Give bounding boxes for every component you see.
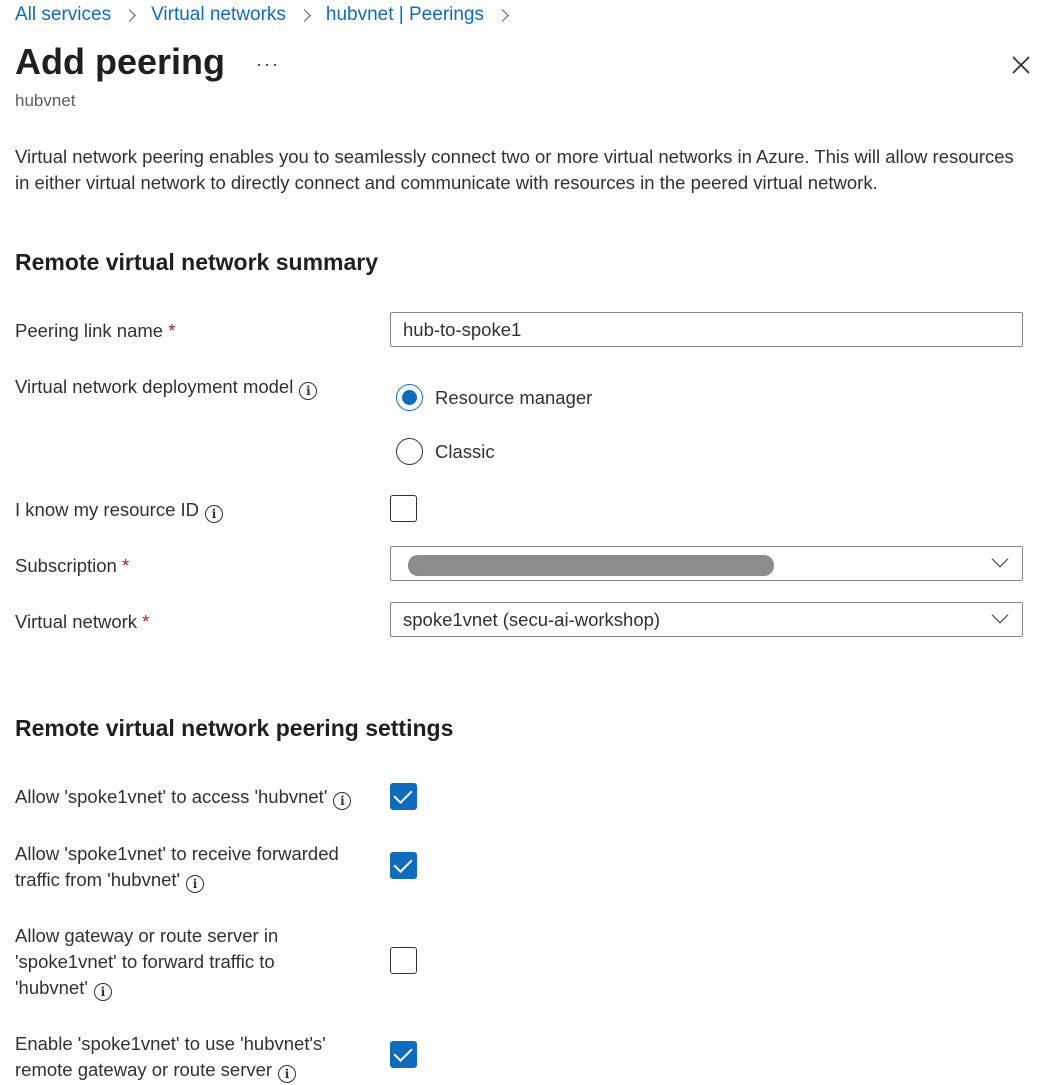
section-heading-summary: Remote virtual network summary (15, 249, 379, 275)
chevron-down-icon (991, 550, 1009, 568)
subscription-dropdown[interactable] (390, 546, 1023, 581)
virtual-network-label: Virtual network * (15, 611, 150, 632)
radio-resource-manager[interactable]: Resource manager (396, 384, 592, 411)
radio-unselected-icon (396, 438, 423, 465)
radio-classic[interactable]: Classic (396, 438, 495, 465)
info-icon[interactable]: i (205, 505, 224, 523)
required-marker: * (142, 611, 150, 632)
peering-link-name-label: Peering link name * (15, 320, 176, 341)
breadcrumb-all-services[interactable]: All services (15, 4, 111, 26)
more-options-button[interactable]: ··· (256, 54, 280, 75)
info-icon[interactable]: i (299, 382, 318, 400)
breadcrumb-hubvnet-peerings[interactable]: hubvnet | Peerings (326, 4, 484, 26)
info-icon[interactable]: i (93, 983, 112, 1001)
chevron-down-icon (991, 606, 1009, 624)
virtual-network-value: spoke1vnet (secu-ai-workshop) (403, 609, 661, 630)
description-text: Virtual network peering enables you to s… (15, 146, 1014, 193)
setting-remote-gateway-label: Enable 'spoke1vnet' to use 'hubvnet's' r… (15, 1033, 326, 1083)
subscription-label: Subscription * (15, 555, 130, 576)
info-icon[interactable]: i (278, 1065, 297, 1083)
info-icon[interactable]: i (333, 792, 352, 810)
page-subtitle: hubvnet (15, 91, 76, 110)
deployment-model-label: Virtual network deployment model i (15, 374, 318, 400)
radio-selected-icon (396, 384, 423, 411)
setting-allow-access-checkbox[interactable] (390, 783, 417, 810)
setting-forwarded-traffic-label: Allow 'spoke1vnet' to receive forwarded … (15, 843, 339, 893)
chevron-right-icon (496, 8, 509, 22)
setting-remote-gateway-checkbox[interactable] (390, 1041, 417, 1068)
chevron-right-icon (298, 8, 311, 22)
know-resource-id-label: I know my resource ID i (15, 497, 224, 523)
section-heading-peering-settings: Remote virtual network peering settings (15, 715, 454, 741)
redacted-subscription-mask (408, 555, 774, 576)
page-title: Add peering (15, 41, 226, 82)
breadcrumb-virtual-networks[interactable]: Virtual networks (151, 4, 286, 26)
know-resource-id-checkbox[interactable] (390, 495, 417, 522)
required-marker: * (168, 320, 176, 341)
required-marker: * (121, 555, 130, 576)
info-icon[interactable]: i (186, 875, 205, 893)
setting-gateway-forward-checkbox[interactable] (390, 947, 417, 974)
setting-allow-access-label: Allow 'spoke1vnet' to access 'hubvnet' i (15, 784, 365, 810)
close-icon[interactable] (1010, 54, 1032, 76)
chevron-right-icon (123, 8, 136, 22)
breadcrumb: All services Virtual networks hubvnet | … (15, 4, 524, 26)
virtual-network-dropdown[interactable]: spoke1vnet (secu-ai-workshop) (390, 602, 1023, 637)
setting-forwarded-traffic-checkbox[interactable] (390, 852, 417, 879)
setting-gateway-forward-label: Allow gateway or route server in 'spoke1… (15, 925, 279, 1001)
peering-link-name-input[interactable]: hub-to-spoke1 (390, 312, 1023, 347)
